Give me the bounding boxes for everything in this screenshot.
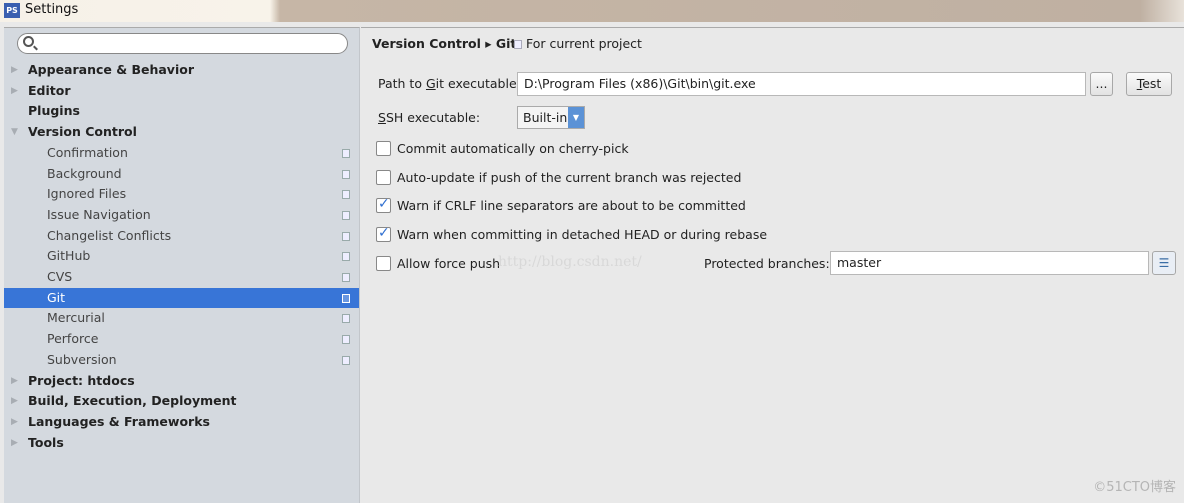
sidebar-item-label: Appearance & Behavior <box>28 62 194 77</box>
test-button[interactable]: Test <box>1126 72 1172 96</box>
chevron-right-icon[interactable]: ▶ <box>11 433 18 454</box>
settings-sidebar: ▶ Appearance & Behavior ▶ Editor Plugins ▼ Ver… <box>4 27 360 503</box>
checkbox[interactable] <box>376 196 391 213</box>
checkbox-label: Commit automatically on cherry-pick <box>397 141 629 156</box>
sidebar-item[interactable]: Subversion <box>4 350 359 371</box>
csdn-watermark: http://blog.csdn.net/ <box>498 254 642 270</box>
sidebar-item[interactable]: Confirmation <box>4 143 359 164</box>
sidebar-item[interactable]: ▶ Editor <box>4 81 359 102</box>
search-input[interactable] <box>17 33 348 54</box>
sidebar-item-label: Confirmation <box>47 144 128 160</box>
sidebar-item-label: Perforce <box>47 331 99 347</box>
sidebar-item-label: Editor <box>28 82 71 98</box>
checkbox-label: Warn when committing in detached HEAD or… <box>397 227 768 242</box>
chevron-right-icon[interactable]: ▶ <box>11 391 18 412</box>
window-title: Settings <box>25 2 79 17</box>
sidebar-item-label: Build, Execution, Deployment <box>28 393 237 409</box>
sidebar-item[interactable]: Mercurial <box>4 308 359 329</box>
git-path-input[interactable]: D:\Program Files (x86)\Git\bin\git.exe <box>517 72 1086 96</box>
sidebar-item[interactable]: ▶ Build, Execution, Deployment <box>4 391 359 412</box>
ssh-label: SSH executable: <box>378 110 481 125</box>
sidebar-item[interactable]: ▶ Appearance & Behavior <box>4 60 359 81</box>
project-icon <box>342 335 350 345</box>
chevron-right-icon[interactable]: ▶ <box>11 81 18 102</box>
protected-branches-label: Protected branches: <box>704 256 830 271</box>
project-icon <box>514 40 522 49</box>
sidebar-item-label: Tools <box>28 434 64 450</box>
sidebar-item[interactable]: ▶ Tools <box>4 433 359 454</box>
sidebar-item[interactable]: GitHub <box>4 246 359 267</box>
sidebar-item-label: Project: htdocs <box>28 372 135 388</box>
project-icon <box>342 169 350 179</box>
search-icon <box>23 36 34 47</box>
sidebar-item[interactable]: ▶ Project: htdocs <box>4 371 359 392</box>
title-bar: PS Settings <box>0 0 1184 22</box>
edit-list-button[interactable]: ☰ <box>1152 251 1176 275</box>
sidebar-item-label: Version Control <box>28 124 137 140</box>
project-icon <box>342 148 350 158</box>
browse-button[interactable]: ... <box>1090 72 1113 96</box>
sidebar-item[interactable]: Ignored Files <box>4 184 359 205</box>
51cto-watermark: ©51CTO博客 <box>1093 480 1176 495</box>
checkbox-label: Allow force push <box>397 256 501 271</box>
sidebar-item[interactable]: Changelist Conflicts <box>4 226 359 247</box>
sidebar-item-label: Issue Navigation <box>47 206 151 222</box>
checkbox[interactable] <box>376 256 391 271</box>
project-icon <box>342 252 350 262</box>
checkbox[interactable] <box>376 225 391 242</box>
checkbox[interactable] <box>376 170 391 185</box>
list-icon: ☰ <box>1158 256 1170 270</box>
sidebar-item-label: CVS <box>47 269 73 284</box>
protected-branches-input[interactable]: master <box>830 251 1149 275</box>
sidebar-item-label: Languages & Frameworks <box>28 413 210 429</box>
ssh-executable-select[interactable]: Built-in ▼ <box>517 106 585 129</box>
scope-label: For current project <box>514 36 642 51</box>
sidebar-item[interactable]: Perforce <box>4 329 359 350</box>
chevron-right-icon[interactable]: ▶ <box>11 412 18 433</box>
sidebar-item-label: Background <box>47 165 122 181</box>
sidebar-item-label: Git <box>47 289 66 305</box>
breadcrumb: Version Control ▸ Git <box>372 36 517 51</box>
git-settings-panel: Version Control ▸ Git For current projec… <box>361 27 1184 503</box>
sidebar-item-label: Changelist Conflicts <box>47 227 172 243</box>
checkbox-label: Warn if CRLF line separators are about t… <box>397 198 746 213</box>
sidebar-item-label: Ignored Files <box>47 186 127 202</box>
sidebar-item[interactable]: ▶ Languages & Frameworks <box>4 412 359 433</box>
sidebar-item-label: Mercurial <box>47 310 105 326</box>
sidebar-item[interactable]: ▼ Version Control <box>4 122 359 143</box>
project-icon <box>342 231 350 241</box>
project-icon <box>342 210 350 220</box>
sidebar-item[interactable]: CVS <box>4 267 359 288</box>
project-icon <box>342 314 350 324</box>
chevron-down-icon: ▼ <box>568 107 584 128</box>
sidebar-item[interactable]: Plugins <box>4 101 359 122</box>
project-icon <box>342 355 350 365</box>
chevron-down-icon[interactable]: ▼ <box>11 122 18 143</box>
checkbox-label: Auto-update if push of the current branc… <box>397 170 742 185</box>
sidebar-item-label: Plugins <box>28 103 80 119</box>
sidebar-item-label: GitHub <box>47 248 91 264</box>
project-icon <box>342 293 350 303</box>
sidebar-item[interactable]: Git <box>4 287 359 309</box>
chevron-right-icon[interactable]: ▶ <box>11 371 18 392</box>
git-path-label: Path to Git executable: <box>378 76 521 91</box>
sidebar-item[interactable]: Background <box>4 164 359 185</box>
project-icon <box>342 190 350 200</box>
sidebar-item-label: Subversion <box>47 351 117 367</box>
sidebar-item[interactable]: Issue Navigation <box>4 205 359 226</box>
app-logo-icon: PS <box>4 3 20 18</box>
chevron-right-icon[interactable]: ▶ <box>11 60 18 81</box>
project-icon <box>342 273 350 282</box>
checkbox[interactable] <box>376 141 391 156</box>
